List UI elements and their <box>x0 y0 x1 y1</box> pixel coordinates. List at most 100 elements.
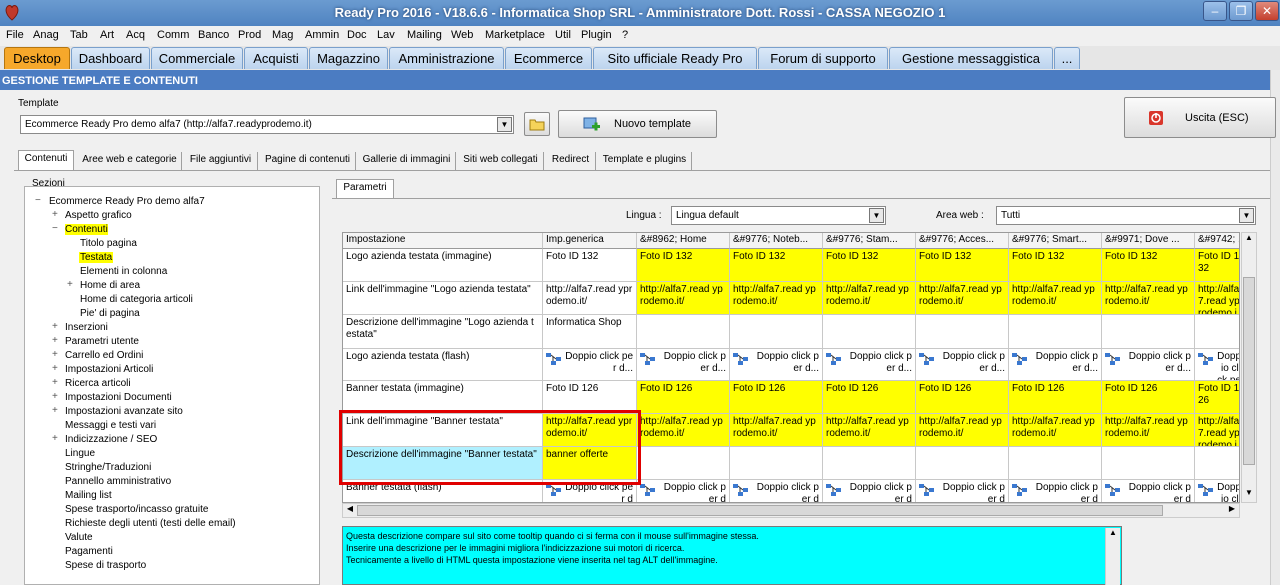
lingua-select[interactable]: Lingua default ▼ <box>671 206 886 225</box>
tree-item-titolo[interactable]: Titolo pagina <box>80 238 137 249</box>
tab-messaggistica[interactable]: Gestione messaggistica <box>889 47 1053 69</box>
grid-cell-area[interactable]: Foto ID 132 <box>637 249 730 282</box>
grid-cell-generic[interactable]: Foto ID 132 <box>543 249 637 282</box>
menu-plugin[interactable]: Plugin <box>581 29 612 41</box>
menu-marketplace[interactable]: Marketplace <box>485 29 545 41</box>
menu-tab[interactable]: Tab <box>70 29 88 41</box>
menu-comm[interactable]: Comm <box>157 29 189 41</box>
expand-icon[interactable]: + <box>52 433 58 444</box>
grid-cell-area[interactable] <box>916 315 1009 349</box>
grid-cell-area[interactable]: Doppio click per d... <box>730 349 823 381</box>
scroll-up-icon[interactable]: ▲ <box>1106 528 1120 537</box>
grid-horizontal-scrollbar[interactable]: ◀ ▶ <box>342 503 1240 518</box>
tab-more[interactable]: ... <box>1054 47 1080 69</box>
menu-help[interactable]: ? <box>622 29 628 41</box>
grid-cell-area[interactable]: http://alfa7.read yprodemo.it/ <box>1195 282 1239 315</box>
tree-item-indicizzazione[interactable]: Indicizzazione / SEO <box>65 434 157 445</box>
grid-cell-area[interactable]: Foto ID 126 <box>916 381 1009 414</box>
grid-header-col-contatti[interactable]: &#9742; ... <box>1195 233 1239 249</box>
grid-cell-area[interactable]: http://alfa7.read yprodemo.it/ <box>916 282 1009 315</box>
tree-item-imp-articoli[interactable]: Impostazioni Articoli <box>65 364 153 375</box>
menu-ammin[interactable]: Ammin <box>305 29 339 41</box>
grid-cell-area[interactable]: http://alfa7.read yprodemo.it/ <box>730 282 823 315</box>
template-select[interactable]: Ecommerce Ready Pro demo alfa7 (http://a… <box>20 115 514 134</box>
tree-item-mailing[interactable]: Mailing list <box>65 490 112 501</box>
scroll-up-icon[interactable]: ▲ <box>1242 233 1256 247</box>
subtab-file-aggiuntivi[interactable]: File aggiuntivi <box>184 152 258 170</box>
minimize-button[interactable]: – <box>1203 1 1227 21</box>
tree-item-pie[interactable]: Pie' di pagina <box>80 308 140 319</box>
tab-commerciale[interactable]: Commerciale <box>151 47 243 69</box>
subtab-contenuti[interactable]: Contenuti <box>18 150 74 170</box>
grid-cell-area[interactable] <box>637 447 730 480</box>
expand-icon[interactable]: + <box>52 349 58 360</box>
grid-cell-area[interactable] <box>916 447 1009 480</box>
tree-item-valute[interactable]: Valute <box>65 532 93 543</box>
subtab-template-plugins[interactable]: Template e plugins <box>598 152 692 170</box>
grid-cell-area[interactable] <box>1195 315 1239 349</box>
tab-forum[interactable]: Forum di supporto <box>758 47 888 69</box>
tree-item-spese-trasporto[interactable]: Spese di trasporto <box>65 560 146 571</box>
grid-cell-area[interactable]: Foto ID 132 <box>916 249 1009 282</box>
grid-cell-generic[interactable]: http://alfa7.read yprodemo.it/ <box>543 282 637 315</box>
menu-doc[interactable]: Doc <box>347 29 367 41</box>
grid-row-label[interactable]: Logo azienda testata (flash) <box>343 349 543 381</box>
grid-cell-area[interactable]: http://alfa7.read yprodemo.it/ <box>1009 282 1102 315</box>
tab-sito-ufficiale[interactable]: Sito ufficiale Ready Pro <box>593 47 757 69</box>
grid-cell-area[interactable]: Doppio click per d... <box>1195 349 1239 381</box>
grid-cell-area[interactable]: http://alfa7.read yprodemo.it/ <box>637 414 730 447</box>
grid-cell-area[interactable]: Foto ID 126 <box>823 381 916 414</box>
grid-cell-area[interactable]: http://alfa7.read yprodemo.it/ <box>1195 414 1239 447</box>
subtab-aree-web[interactable]: Aree web e categorie <box>78 152 182 170</box>
exit-button[interactable]: Uscita (ESC) <box>1124 97 1276 138</box>
tree-item-lingue[interactable]: Lingue <box>65 448 95 459</box>
tree-item-richieste[interactable]: Richieste degli utenti (testi delle emai… <box>65 518 236 529</box>
sections-tree[interactable]: − Ecommerce Ready Pro demo alfa7 + Aspet… <box>24 186 320 585</box>
tab-acquisti[interactable]: Acquisti <box>244 47 308 69</box>
grid-cell-area[interactable]: http://alfa7.read yprodemo.it/ <box>1102 414 1195 447</box>
grid-cell-area[interactable]: Foto ID 126 <box>637 381 730 414</box>
tree-item-stringhe[interactable]: Stringhe/Traduzioni <box>65 462 151 473</box>
subtab-pagine-contenuti[interactable]: Pagine di contenuti <box>260 152 356 170</box>
tree-item-elementi[interactable]: Elementi in colonna <box>80 266 167 277</box>
chevron-down-icon[interactable]: ▼ <box>869 208 884 223</box>
grid-cell-area[interactable]: Doppio click per d <box>1102 480 1195 502</box>
tab-magazzino[interactable]: Magazzino <box>309 47 388 69</box>
close-button[interactable]: ✕ <box>1255 1 1279 21</box>
grid-cell-generic[interactable]: Informatica Shop <box>543 315 637 349</box>
menu-acq[interactable]: Acq <box>126 29 145 41</box>
expand-icon[interactable]: + <box>67 279 73 290</box>
grid-cell-area[interactable]: Doppio click per d <box>1195 480 1239 502</box>
subtab-siti-collegati[interactable]: Siti web collegati <box>458 152 544 170</box>
grid-header-col-impostazione[interactable]: Impostazione <box>343 233 543 249</box>
grid-cell-area[interactable]: http://alfa7.read yprodemo.it/ <box>1102 282 1195 315</box>
tree-root[interactable]: Ecommerce Ready Pro demo alfa7 <box>49 196 205 207</box>
grid-cell-area[interactable]: Doppio click per d... <box>916 349 1009 381</box>
grid-header-col-imp-generica[interactable]: Imp.generica <box>543 233 637 249</box>
tab-desktop[interactable]: Desktop <box>4 47 70 69</box>
chevron-down-icon[interactable]: ▼ <box>497 117 512 132</box>
grid-cell-area[interactable]: Foto ID 126 <box>1195 381 1239 414</box>
grid-header-col-dove[interactable]: &#9971; Dove ... <box>1102 233 1195 249</box>
collapse-icon[interactable]: − <box>52 223 58 234</box>
grid-header-col-stampanti[interactable]: &#9776; Stam... <box>823 233 916 249</box>
grid-cell-area[interactable] <box>823 315 916 349</box>
params-tab[interactable]: Parametri <box>336 179 394 199</box>
grid-header-col-accessori[interactable]: &#9776; Acces... <box>916 233 1009 249</box>
grid-cell-area[interactable]: Doppio click per d <box>916 480 1009 502</box>
tree-item-spese-gratuite[interactable]: Spese trasporto/incasso gratuite <box>65 504 208 515</box>
grid-cell-area[interactable]: Doppio click per d... <box>637 349 730 381</box>
grid-cell-area[interactable] <box>1102 315 1195 349</box>
grid-cell-area[interactable]: Doppio click per d <box>823 480 916 502</box>
menu-file[interactable]: File <box>6 29 24 41</box>
tree-item-pannello[interactable]: Pannello amministrativo <box>65 476 171 487</box>
tree-item-pagamenti[interactable]: Pagamenti <box>65 546 113 557</box>
grid-cell-area[interactable] <box>1009 447 1102 480</box>
tab-ecommerce[interactable]: Ecommerce <box>505 47 592 69</box>
grid-cell-area[interactable]: Foto ID 132 <box>1102 249 1195 282</box>
grid-row-label[interactable]: Logo azienda testata (immagine) <box>343 249 543 282</box>
tree-item-home-area[interactable]: Home di area <box>80 280 140 291</box>
collapse-icon[interactable]: − <box>35 195 41 206</box>
tree-item-messaggi[interactable]: Messaggi e testi vari <box>65 420 156 431</box>
scroll-left-icon[interactable]: ◀ <box>343 504 357 517</box>
